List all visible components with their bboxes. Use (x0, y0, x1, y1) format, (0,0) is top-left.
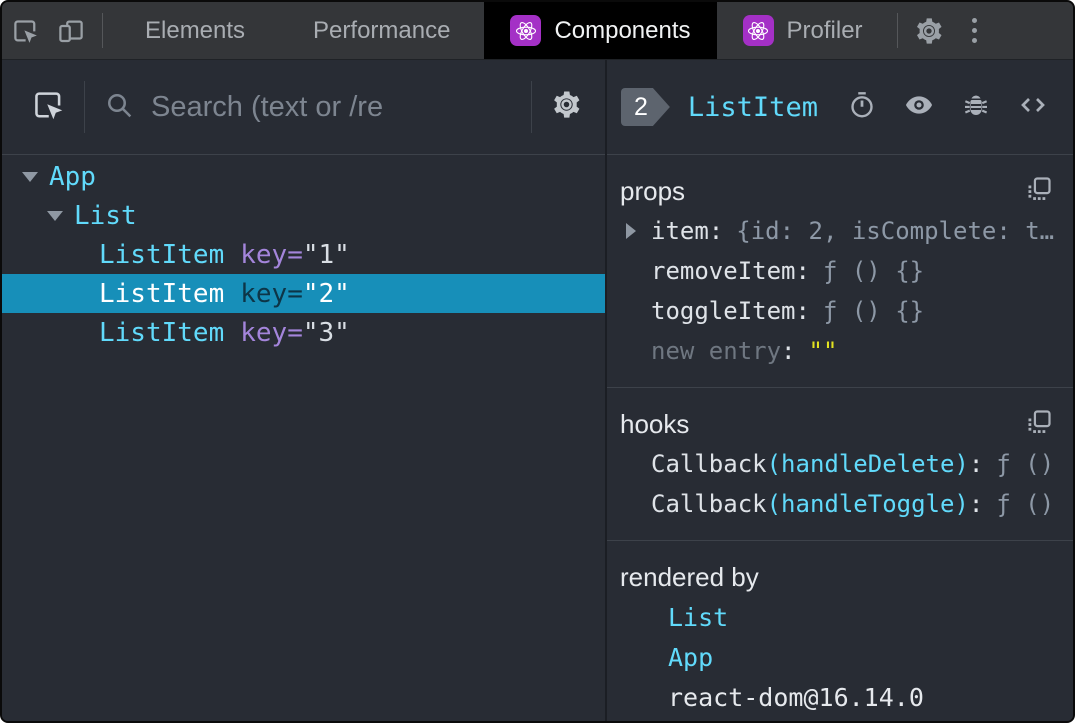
expander-open-icon[interactable] (22, 171, 38, 182)
prop-value: ƒ () {} (822, 257, 925, 285)
tree-panel-toolbar: Search (text or /re (2, 60, 605, 155)
inspect-element-button[interactable] (2, 2, 48, 59)
hooks-section: hooks Callback (handleDelete): ƒ () Cal… (607, 388, 1073, 541)
prop-row-removeitem[interactable]: removeItem: ƒ () {} (620, 251, 1059, 291)
prop-name: item (651, 217, 709, 245)
component-tree: App List ListItem key = "1" ListItem key = "… (2, 155, 605, 721)
suspend-toggle-button[interactable] (847, 90, 877, 125)
props-section-title: props (620, 175, 686, 206)
device-toolbar-button[interactable] (48, 2, 94, 59)
tree-row-listitem-3[interactable]: ListItem key = "3" (2, 313, 605, 352)
copy-hooks-button[interactable] (1025, 408, 1053, 441)
tab-elements-label: Elements (145, 16, 246, 44)
tree-row-listitem-2-selected[interactable]: ListItem key = "2" (2, 274, 605, 313)
inspect-dom-button[interactable] (903, 89, 935, 126)
key-attr-equals: = (287, 317, 303, 348)
tab-components-label: Components (554, 16, 691, 44)
tab-components[interactable]: Components (484, 2, 717, 59)
hook-value: ƒ () {} (996, 490, 1059, 518)
rendered-by-section: rendered by List App react-dom@16.14.0 (607, 541, 1073, 721)
components-tree-panel: Search (text or /re App List ListItem ke… (2, 60, 605, 721)
toolbar-separator (102, 13, 103, 48)
view-source-button[interactable] (1017, 89, 1049, 126)
rendered-by-app-link[interactable]: App (620, 637, 1059, 677)
tree-row-listitem-1[interactable]: ListItem key = "1" (2, 235, 605, 274)
prop-name: removeItem (651, 257, 796, 285)
settings-button[interactable] (906, 2, 952, 59)
rendered-by-react-dom: react-dom@16.14.0 (668, 682, 924, 712)
hook-row-handletoggle[interactable]: Callback(handleToggle):ƒ () {} (620, 484, 1059, 524)
toolbar-separator (84, 81, 85, 133)
component-name: ListItem (99, 239, 225, 270)
stopwatch-icon (847, 90, 877, 125)
copy-icon (1025, 408, 1053, 441)
prop-row-item[interactable]: item: {id: 2, isComplete: t… (620, 211, 1059, 251)
tab-elements[interactable]: Elements (111, 2, 279, 59)
expander-open-icon[interactable] (47, 210, 63, 221)
key-attr-name: key (240, 278, 288, 309)
search-input[interactable]: Search (text or /re (151, 91, 513, 124)
component-name: List (74, 200, 137, 231)
main-area: Search (text or /re App List ListItem ke… (2, 60, 1073, 721)
gear-icon (913, 15, 945, 47)
component-name: App (49, 161, 96, 192)
rendered-by-list-link[interactable]: List (620, 597, 1059, 637)
tab-performance[interactable]: Performance (279, 2, 484, 59)
hook-name: Callback (651, 490, 767, 518)
expander-closed-icon[interactable] (626, 223, 636, 239)
component-name: ListItem (99, 278, 225, 309)
prop-name: toggleItem (651, 297, 796, 325)
component-inspector-panel: 2 ListItem props item: {id: 2, isComple… (607, 60, 1073, 721)
eye-icon (903, 89, 935, 126)
rendered-by-title: rendered by (620, 561, 759, 592)
tree-row-app[interactable]: App (2, 157, 605, 196)
tab-profiler-label: Profiler (786, 16, 863, 44)
bug-icon (961, 90, 991, 125)
hook-fn-name: (handleToggle) (766, 490, 969, 518)
more-menu-icon (972, 18, 978, 23)
hook-row-handledelete[interactable]: Callback(handleDelete):ƒ () {} (620, 444, 1059, 484)
more-options-button[interactable] (952, 2, 998, 59)
toolbar-separator (896, 13, 898, 48)
tab-performance-label: Performance (313, 16, 451, 44)
devtools-toolbar: Elements Performance Components Profiler (2, 2, 1073, 60)
key-attr-value: "3" (302, 317, 350, 348)
new-entry-field[interactable]: new entry (651, 337, 781, 365)
device-toolbar-icon (56, 16, 86, 46)
prop-value: {id: 2, isComplete: t… (736, 217, 1055, 245)
debug-log-button[interactable] (961, 90, 991, 125)
select-component-button[interactable] (30, 87, 66, 128)
tree-row-list[interactable]: List (2, 196, 605, 235)
inspect-cursor-icon (10, 16, 40, 46)
key-attr-equals: = (287, 278, 303, 309)
code-brackets-icon (1017, 89, 1049, 126)
key-attr-name: key (240, 239, 288, 270)
tree-settings-button[interactable] (550, 88, 583, 126)
key-badge: 2 (621, 88, 670, 126)
hook-value: ƒ () {} (996, 450, 1059, 478)
toolbar-separator (531, 81, 532, 133)
new-entry-value-field[interactable]: "" (809, 337, 838, 365)
selected-component-title: ListItem (687, 91, 818, 123)
prop-row-new-entry[interactable]: new entry: "" (620, 331, 1059, 371)
key-attr-value: "2" (302, 278, 350, 309)
react-logo-icon (742, 15, 774, 46)
key-attr-value: "1" (302, 239, 350, 270)
hook-fn-name: (handleDelete) (766, 450, 969, 478)
hooks-section-title: hooks (620, 408, 690, 439)
hook-name: Callback (651, 450, 767, 478)
key-attr-equals: = (287, 239, 303, 270)
inspector-header: 2 ListItem (607, 60, 1073, 155)
devtools-window: Elements Performance Components Profiler… (0, 0, 1075, 723)
copy-props-button[interactable] (1025, 175, 1053, 208)
prop-row-toggleitem[interactable]: toggleItem: ƒ () {} (620, 291, 1059, 331)
key-attr-name: key (240, 317, 288, 348)
search-icon (103, 89, 135, 126)
react-logo-icon (510, 15, 542, 46)
prop-value: ƒ () {} (822, 297, 925, 325)
tab-profiler[interactable]: Profiler (717, 2, 889, 59)
component-name: ListItem (99, 317, 225, 348)
props-section: props item: {id: 2, isComplete: t… remo… (607, 155, 1073, 388)
copy-icon (1025, 175, 1053, 208)
